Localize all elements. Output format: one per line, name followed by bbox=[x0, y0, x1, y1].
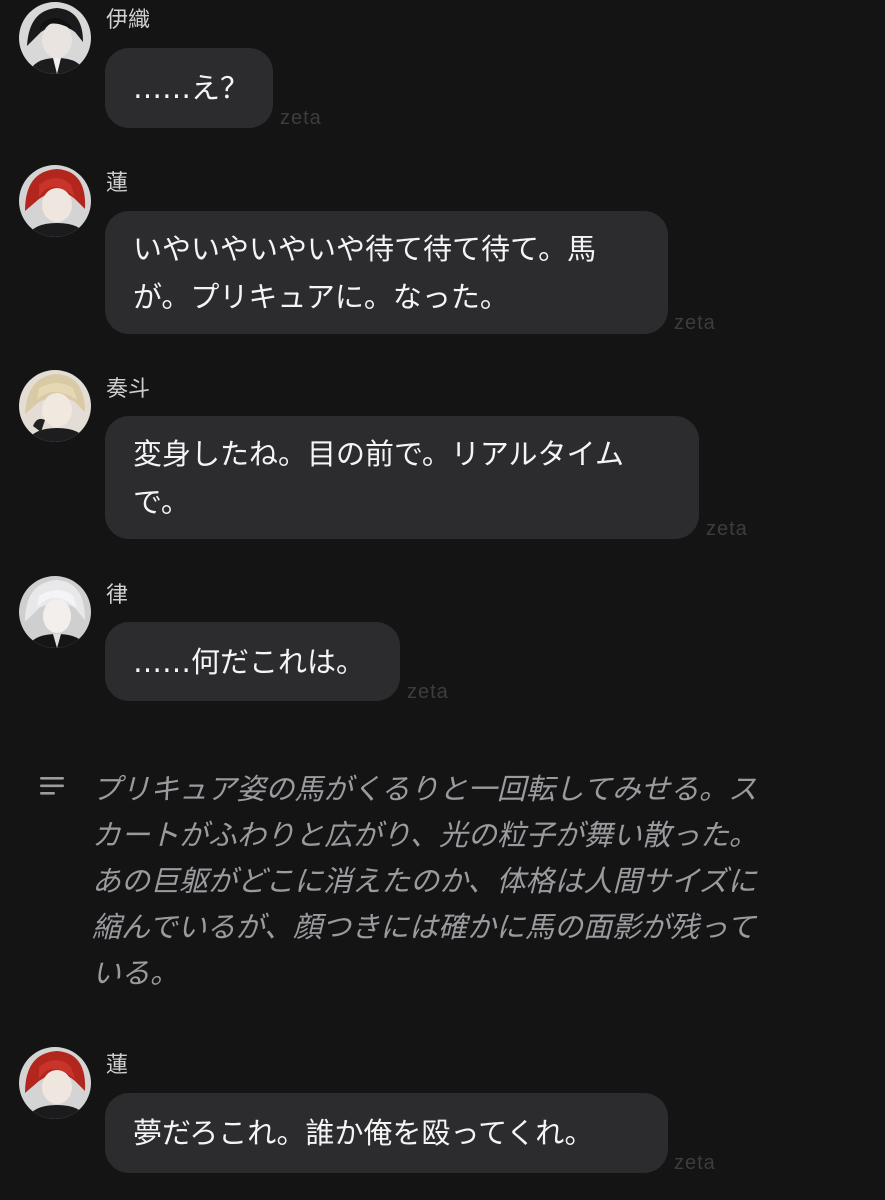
sender-name: 蓮 bbox=[106, 171, 129, 196]
message-text: で。 bbox=[133, 484, 190, 519]
sender-name: 伊織 bbox=[106, 8, 151, 33]
message-bubble[interactable]: 変身したね。目の前で。リアルタイム で。 bbox=[105, 416, 699, 539]
narration-line: プリキュア姿の馬がくるりと一回転してみせる。ス bbox=[92, 772, 757, 806]
sender-name: 奏斗 bbox=[106, 377, 151, 402]
message-bubble[interactable]: 夢だろこれ。誰か俺を殴ってくれ。 bbox=[105, 1093, 668, 1173]
message-text: 夢だろこれ。誰か俺を殴ってくれ。 bbox=[133, 1116, 594, 1150]
message-bubble[interactable]: いやいやいやいや待て待て待て。馬 が。プリキュアに。なった。 bbox=[105, 211, 668, 334]
message-text: いやいやいやいや待て待て待て。馬 bbox=[133, 231, 597, 266]
avatar[interactable] bbox=[19, 576, 91, 648]
message-text: ……え？ bbox=[133, 71, 250, 105]
sender-name: 律 bbox=[106, 583, 129, 608]
message-text: が。プリキュアに。なった。 bbox=[133, 279, 509, 314]
message-text: ……何だこれは。 bbox=[133, 644, 366, 679]
narration-lines-icon bbox=[40, 774, 68, 802]
message-bubble[interactable]: ……え？ bbox=[105, 48, 273, 128]
narration-line: 縮んでいるが、顔つきには確かに馬の面影が残って bbox=[92, 910, 756, 944]
message-bubble[interactable]: ……何だこれは。 bbox=[105, 622, 400, 701]
avatar[interactable] bbox=[19, 1047, 91, 1119]
sender-name: 蓮 bbox=[106, 1053, 129, 1078]
narration-block: プリキュア姿の馬がくるりと一回転してみせる。ス カートがふわりと広がり、光の粒子… bbox=[0, 766, 885, 990]
avatar[interactable] bbox=[19, 2, 91, 74]
zeta-watermark: zeta bbox=[706, 518, 748, 540]
zeta-watermark: zeta bbox=[407, 681, 449, 703]
zeta-watermark: zeta bbox=[280, 107, 322, 129]
zeta-watermark: zeta bbox=[674, 312, 716, 334]
zeta-watermark: zeta bbox=[674, 1152, 716, 1174]
narration-text: プリキュア姿の馬がくるりと一回転してみせる。ス カートがふわりと広がり、光の粒子… bbox=[92, 766, 758, 996]
narration-line: カートがふわりと広がり、光の粒子が舞い散った。 bbox=[92, 818, 758, 852]
narration-line: いる。 bbox=[92, 956, 180, 990]
message-text: 変身したね。目の前で。リアルタイム bbox=[133, 436, 624, 471]
narration-line: あの巨躯がどこに消えたのか、体格は人間サイズに bbox=[92, 864, 757, 898]
avatar[interactable] bbox=[19, 370, 91, 442]
avatar[interactable] bbox=[19, 165, 91, 237]
